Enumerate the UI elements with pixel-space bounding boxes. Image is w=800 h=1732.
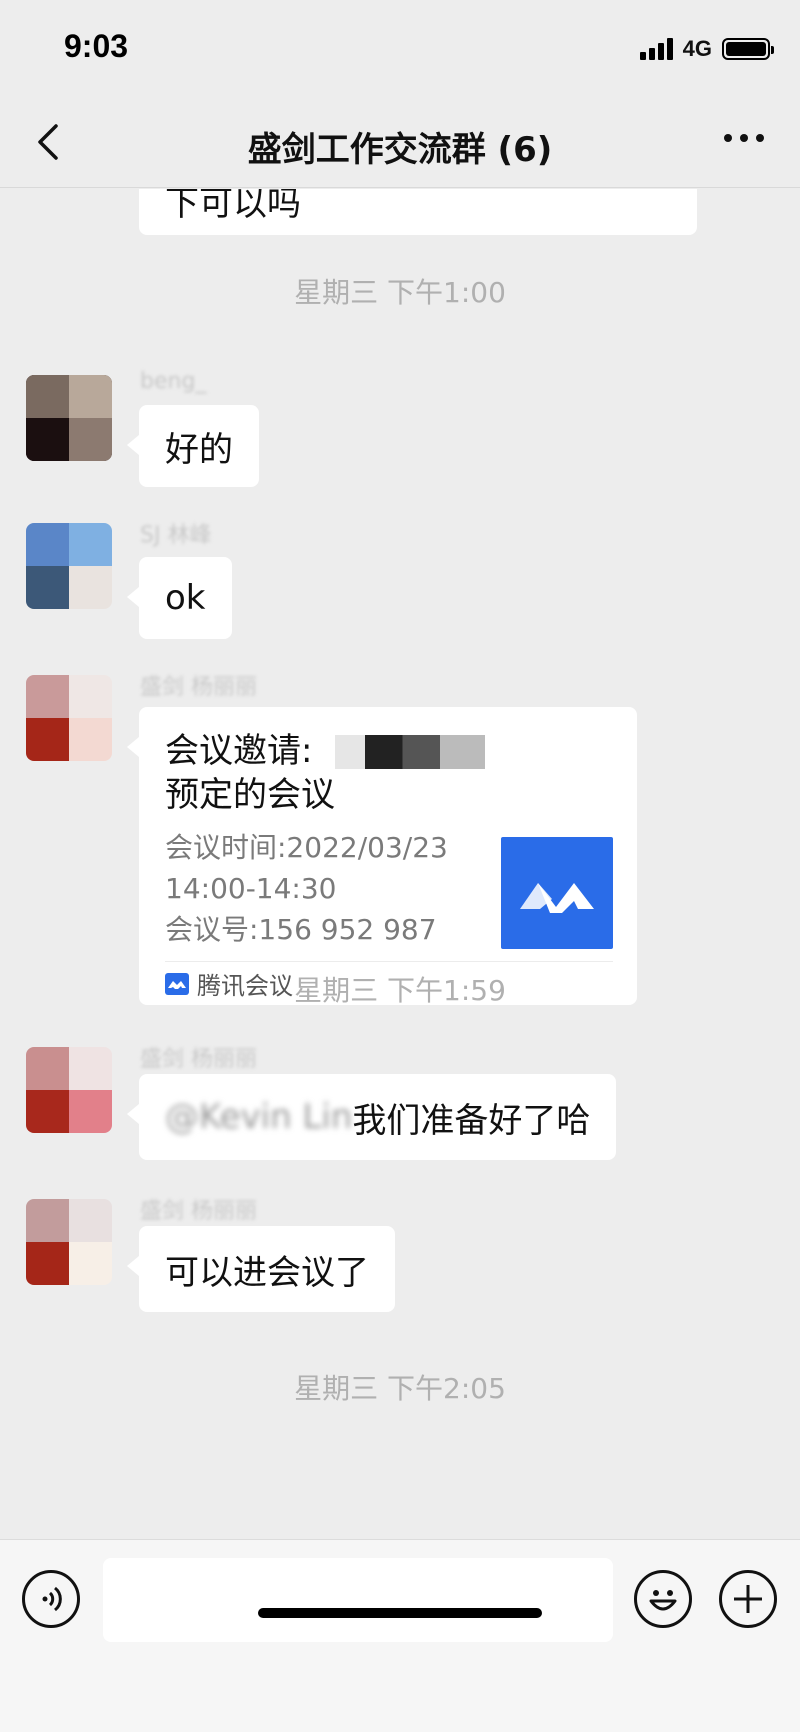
message-text: 下可以吗: [165, 189, 301, 224]
message-bubble[interactable]: @Kevin Lin 我们准备好了哈: [126, 1074, 617, 1160]
signal-icon: [639, 38, 673, 60]
message-text: 好的: [165, 429, 233, 470]
meeting-time-range: 14:00-14:30: [165, 872, 337, 905]
avatar[interactable]: [26, 675, 112, 761]
message-text: 可以进会议了: [165, 1252, 369, 1293]
avatar[interactable]: [26, 523, 112, 609]
mention: @Kevin Lin: [165, 1097, 353, 1137]
time-stamp: 星期三 下午1:59: [294, 974, 506, 1007]
message-text: 我们准备好了哈: [352, 1100, 591, 1141]
chat-area[interactable]: 下可以吗 星期三 下午1:00 beng_ 好的 SJ 林峰 ok 盛剑 杨丽丽…: [0, 189, 800, 1539]
sender-name: 盛剑 杨丽丽: [140, 675, 257, 700]
voice-icon[interactable]: [22, 1570, 80, 1628]
avatar[interactable]: [26, 1199, 112, 1285]
time-stamp: 星期三 下午1:00: [294, 276, 506, 309]
meeting-id: 会议号:156 952 987: [165, 913, 437, 946]
message-text: ok: [165, 578, 206, 618]
more-icon[interactable]: [724, 134, 764, 142]
avatar[interactable]: [26, 375, 112, 461]
sender-name: 盛剑 杨丽丽: [140, 1199, 257, 1224]
message-input[interactable]: [103, 1558, 613, 1642]
time-stamp: 星期三 下午2:05: [294, 1372, 506, 1405]
emoji-icon[interactable]: [634, 1570, 692, 1628]
sender-name: 盛剑 杨丽丽: [140, 1047, 257, 1072]
plus-icon[interactable]: [719, 1570, 777, 1628]
home-indicator: [258, 1608, 542, 1618]
sender-name: beng_: [140, 369, 207, 394]
input-bar: [0, 1539, 800, 1732]
status-time: 9:03: [64, 28, 129, 64]
message-bubble[interactable]: ok: [127, 557, 232, 639]
sender-name: SJ 林峰: [140, 523, 212, 548]
card-title: 会议邀请: 预定的会议: [165, 729, 613, 817]
meeting-time: 会议时间:2022/03/23: [165, 831, 448, 864]
status-indicators: 4G: [639, 36, 774, 62]
message-bubble[interactable]: 好的: [127, 405, 259, 487]
message-bubble[interactable]: 下可以吗: [139, 189, 697, 235]
redacted-name: [335, 735, 485, 769]
meeting-invite-card[interactable]: 会议邀请: 预定的会议 会议时间:2022/03/23 14:00-14:30 …: [127, 707, 637, 1005]
tencent-meeting-logo-icon: [501, 837, 613, 949]
network-type: 4G: [682, 36, 712, 61]
battery-icon: [722, 38, 774, 60]
nav-bar: 盛剑工作交流群 (6): [0, 100, 800, 188]
status-bar: 9:03 4G: [0, 0, 800, 100]
avatar[interactable]: [26, 1047, 112, 1133]
message-bubble[interactable]: 可以进会议了: [127, 1226, 395, 1312]
chat-title: 盛剑工作交流群 (6): [247, 130, 553, 170]
